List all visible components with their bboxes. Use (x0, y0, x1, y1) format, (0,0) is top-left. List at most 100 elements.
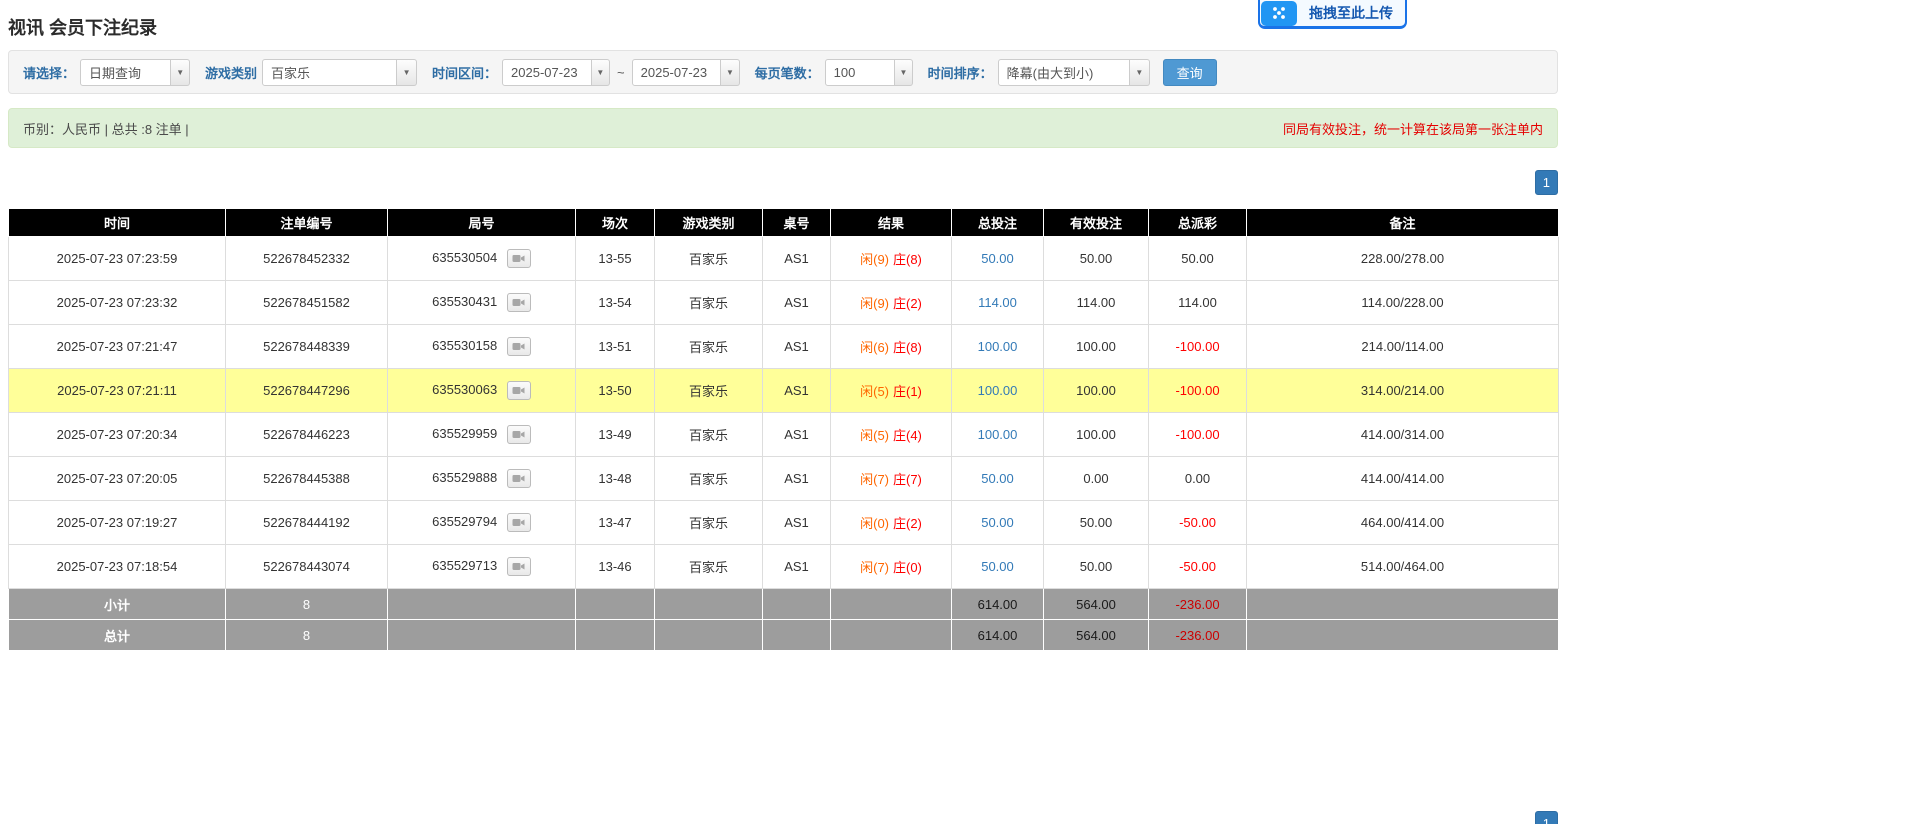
header-total-bet: 总投注 (952, 209, 1044, 237)
cell-time: 2025-07-23 07:20:05 (9, 457, 226, 501)
camera-icon (512, 341, 525, 352)
header-table: 桌号 (763, 209, 831, 237)
cell-payout: -50.00 (1149, 545, 1247, 589)
total-count: 8 (226, 620, 388, 651)
cell-result: 闲(6)庄(8) (831, 325, 952, 369)
cell-total-bet: 50.00 (952, 457, 1044, 501)
page-size-input[interactable] (825, 59, 896, 86)
video-replay-button[interactable] (507, 557, 531, 576)
game-type-select: ▼ (262, 59, 417, 86)
cell-table: AS1 (763, 325, 831, 369)
cell-note: 514.00/464.00 (1247, 545, 1559, 589)
total-bet-link[interactable]: 50.00 (981, 471, 1014, 486)
upload-dropzone[interactable]: 拖拽至此上传 (1258, 0, 1407, 29)
cell-game-type: 百家乐 (655, 281, 763, 325)
empty-cell (763, 589, 831, 620)
date-from-dropdown-button[interactable]: ▼ (592, 59, 610, 86)
date-to-input[interactable] (632, 59, 722, 86)
sort-order-dropdown-button[interactable]: ▼ (1130, 59, 1150, 86)
subtotal-row: 小计 8 614.00 564.00 -236.00 (9, 589, 1559, 620)
player-result: 闲(9) (860, 252, 889, 267)
table-row: 2025-07-23 07:21:11 522678447296 6355300… (9, 369, 1559, 413)
video-replay-button[interactable] (507, 513, 531, 532)
table-header-row: 时间 注单编号 局号 场次 游戏类别 桌号 结果 总投注 有效投注 总派彩 备注 (9, 209, 1559, 237)
cell-session: 13-47 (576, 501, 655, 545)
page-size-dropdown-button[interactable]: ▼ (895, 59, 913, 86)
total-payout: -236.00 (1149, 620, 1247, 651)
total-bet-link[interactable]: 114.00 (978, 295, 1017, 310)
video-replay-button[interactable] (507, 381, 531, 400)
player-result: 闲(6) (860, 340, 889, 355)
video-replay-button[interactable] (507, 337, 531, 356)
cell-result: 闲(9)庄(8) (831, 237, 952, 281)
page-size-label: 每页笔数： (755, 63, 820, 82)
header-time: 时间 (9, 209, 226, 237)
summary-bar: 币别：人民币 | 总共 :8 注单 | 同局有效投注，统一计算在该局第一张注单内 (8, 108, 1558, 148)
page-1-button-bottom[interactable]: 1 (1535, 811, 1558, 824)
cell-session: 13-51 (576, 325, 655, 369)
subtotal-total-bet: 614.00 (952, 589, 1044, 620)
cell-session: 13-49 (576, 413, 655, 457)
video-replay-button[interactable] (507, 249, 531, 268)
chevron-down-icon: ▼ (899, 68, 907, 77)
video-replay-button[interactable] (507, 293, 531, 312)
round-number: 635530063 (432, 382, 497, 397)
dice-icon (1261, 1, 1297, 26)
video-replay-button[interactable] (507, 425, 531, 444)
player-result: 闲(0) (860, 516, 889, 531)
cell-bet-id: 522678447296 (226, 369, 388, 413)
date-to-dropdown-button[interactable]: ▼ (721, 59, 739, 86)
valid-bet-notice: 同局有效投注，统一计算在该局第一张注单内 (1283, 119, 1543, 138)
cell-total-bet: 100.00 (952, 325, 1044, 369)
total-label: 总计 (9, 620, 226, 651)
cell-result: 闲(5)庄(4) (831, 413, 952, 457)
cell-game-type: 百家乐 (655, 237, 763, 281)
table-row: 2025-07-23 07:23:59 522678452332 6355305… (9, 237, 1559, 281)
game-type-dropdown-button[interactable]: ▼ (397, 59, 417, 86)
game-type-input[interactable] (262, 59, 397, 86)
cell-bet-id: 522678445388 (226, 457, 388, 501)
total-bet-link[interactable]: 100.00 (978, 427, 1018, 442)
cell-bet-id: 522678443074 (226, 545, 388, 589)
search-button[interactable]: 查询 (1163, 59, 1217, 86)
player-result: 闲(9) (860, 296, 889, 311)
date-from-input[interactable] (502, 59, 592, 86)
total-bet-link[interactable]: 100.00 (978, 339, 1018, 354)
cell-time: 2025-07-23 07:18:54 (9, 545, 226, 589)
cell-valid-bet: 50.00 (1044, 501, 1149, 545)
cell-time: 2025-07-23 07:21:11 (9, 369, 226, 413)
query-type-label: 请选择： (23, 63, 75, 82)
total-bet-link[interactable]: 50.00 (981, 515, 1014, 530)
header-session: 场次 (576, 209, 655, 237)
total-row: 总计 8 614.00 564.00 -236.00 (9, 620, 1559, 651)
query-type-dropdown-button[interactable]: ▼ (171, 59, 190, 86)
date-to-select: ▼ (632, 59, 740, 86)
empty-cell (831, 589, 952, 620)
cell-note: 314.00/214.00 (1247, 369, 1559, 413)
total-bet-link[interactable]: 50.00 (981, 559, 1014, 574)
cell-valid-bet: 100.00 (1044, 325, 1149, 369)
round-number: 635529959 (432, 426, 497, 441)
sort-order-input[interactable] (998, 59, 1130, 86)
video-replay-button[interactable] (507, 469, 531, 488)
total-bet-link[interactable]: 100.00 (978, 383, 1018, 398)
range-separator: ~ (617, 65, 625, 80)
total-bet-link[interactable]: 50.00 (981, 251, 1014, 266)
page-1-button[interactable]: 1 (1535, 170, 1558, 195)
camera-icon (512, 253, 525, 264)
empty-cell (576, 620, 655, 651)
cell-round: 635529959 (388, 413, 576, 457)
camera-icon (512, 297, 525, 308)
header-round: 局号 (388, 209, 576, 237)
sort-order-label: 时间排序： (928, 63, 993, 82)
query-type-input[interactable] (80, 59, 171, 86)
banker-result: 庄(0) (893, 560, 922, 575)
cell-result: 闲(7)庄(7) (831, 457, 952, 501)
cell-valid-bet: 50.00 (1044, 237, 1149, 281)
time-range-label: 时间区间： (432, 63, 497, 82)
cell-bet-id: 522678446223 (226, 413, 388, 457)
empty-cell (763, 620, 831, 651)
cell-round: 635530504 (388, 237, 576, 281)
empty-cell (1247, 589, 1559, 620)
cell-total-bet: 50.00 (952, 545, 1044, 589)
